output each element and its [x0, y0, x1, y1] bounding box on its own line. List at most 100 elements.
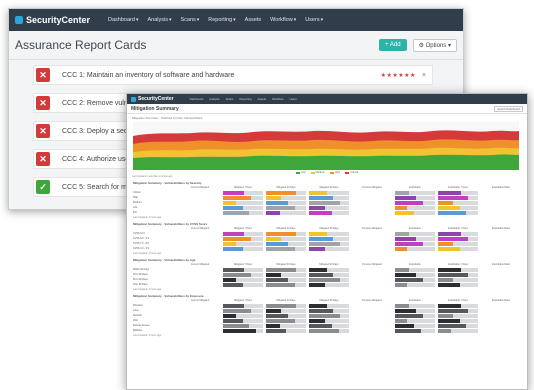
close-icon[interactable]: × [422, 72, 426, 79]
trend-bar[interactable] [266, 196, 306, 200]
trend-bar[interactable] [266, 319, 306, 323]
trend-bar[interactable] [438, 278, 478, 282]
trend-bar[interactable] [223, 196, 263, 200]
report-card[interactable]: ✕ CCC 1: Maintain an inventory of softwa… [33, 65, 433, 85]
trend-bar[interactable] [223, 309, 263, 313]
trend-bar[interactable] [223, 206, 263, 210]
trend-bar[interactable] [309, 242, 349, 246]
trend-bar[interactable] [438, 206, 478, 210]
trend-bar[interactable] [309, 211, 349, 215]
nav-item-dashboard[interactable]: Dashboard [190, 97, 204, 101]
legend-item[interactable]: Critical [345, 171, 358, 174]
trend-bar[interactable] [223, 242, 263, 246]
trend-bar[interactable] [395, 268, 435, 272]
trend-bar[interactable] [223, 247, 263, 251]
nav-item-users[interactable]: Users [289, 97, 296, 101]
trend-bar[interactable] [438, 232, 478, 236]
trend-bar[interactable] [266, 278, 306, 282]
nav-item-reporting[interactable]: Reporting [239, 97, 251, 101]
nav-item-assets[interactable]: Assets [258, 97, 266, 101]
trend-bar[interactable] [438, 237, 478, 241]
trend-bar[interactable] [309, 191, 349, 195]
nav-item-scans[interactable]: Scans ▾ [180, 17, 199, 23]
trend-bar[interactable] [309, 324, 349, 328]
legend-item[interactable]: Medium [310, 171, 325, 174]
trend-bar[interactable] [438, 283, 478, 287]
trend-bar[interactable] [266, 329, 306, 333]
trend-bar[interactable] [395, 211, 435, 215]
trend-bar[interactable] [395, 304, 435, 308]
trend-bar[interactable] [395, 278, 435, 282]
nav-item-dashboard[interactable]: Dashboard ▾ [108, 17, 138, 23]
trend-bar[interactable] [395, 329, 435, 333]
nav-item-analysis[interactable]: Analysis [209, 97, 219, 101]
trend-bar[interactable] [395, 324, 435, 328]
trend-bar[interactable] [266, 201, 306, 205]
options-button[interactable]: ⚙ Options ▾ [412, 38, 457, 52]
trend-bar[interactable] [266, 242, 306, 246]
legend-item[interactable]: High [329, 171, 340, 174]
trend-bar[interactable] [309, 196, 349, 200]
trend-bar[interactable] [223, 201, 263, 205]
trend-bar[interactable] [266, 314, 306, 318]
nav-item-workflow[interactable]: Workflow [272, 97, 283, 101]
trend-bar[interactable] [309, 232, 349, 236]
trend-bar[interactable] [266, 304, 306, 308]
trend-bar[interactable] [438, 273, 478, 277]
nav-item-users[interactable]: Users ▾ [305, 17, 323, 23]
nav-item-assets[interactable]: Assets [245, 17, 262, 23]
trend-bar[interactable] [266, 206, 306, 210]
trend-bar[interactable] [223, 211, 263, 215]
trend-bar[interactable] [395, 196, 435, 200]
trend-bar[interactable] [438, 242, 478, 246]
trend-bar[interactable] [395, 283, 435, 287]
trend-bar[interactable] [223, 283, 263, 287]
trend-bar[interactable] [395, 191, 435, 195]
trend-bar[interactable] [266, 324, 306, 328]
trend-bar[interactable] [438, 304, 478, 308]
trend-bar[interactable] [438, 191, 478, 195]
trend-bar[interactable] [266, 191, 306, 195]
trend-bar[interactable] [266, 232, 306, 236]
logo[interactable]: SecurityCenter [15, 15, 90, 25]
trend-bar[interactable] [438, 211, 478, 215]
nav-item-reporting[interactable]: Reporting ▾ [208, 17, 235, 23]
add-button[interactable]: + Add [379, 39, 407, 51]
trend-bar[interactable] [309, 237, 349, 241]
trend-bar[interactable] [395, 201, 435, 205]
trend-bar[interactable] [309, 329, 349, 333]
trend-bar[interactable] [438, 314, 478, 318]
nav-item-scans[interactable]: Scans [226, 97, 234, 101]
trend-bar[interactable] [266, 268, 306, 272]
trend-bar[interactable] [223, 232, 263, 236]
trend-bar[interactable] [309, 247, 349, 251]
trend-bar[interactable] [395, 273, 435, 277]
trend-bar[interactable] [223, 278, 263, 282]
trend-bar[interactable] [438, 268, 478, 272]
trend-bar[interactable] [395, 206, 435, 210]
trend-bar[interactable] [223, 329, 263, 333]
trend-bar[interactable] [438, 309, 478, 313]
trend-bar[interactable] [266, 273, 306, 277]
trend-bar[interactable] [395, 309, 435, 313]
trend-bar[interactable] [438, 329, 478, 333]
trend-bar[interactable] [395, 319, 435, 323]
trend-bar[interactable] [223, 304, 263, 308]
nav-item-analysis[interactable]: Analysis ▾ [147, 17, 171, 23]
trend-bar[interactable] [309, 278, 349, 282]
trend-bar[interactable] [309, 309, 349, 313]
trend-bar[interactable] [395, 237, 435, 241]
trend-bar[interactable] [309, 201, 349, 205]
trend-bar[interactable] [309, 283, 349, 287]
trend-bar[interactable] [309, 304, 349, 308]
logo-text[interactable]: SecurityCenter [138, 96, 174, 102]
trend-bar[interactable] [266, 211, 306, 215]
trend-bar[interactable] [438, 247, 478, 251]
trend-bar[interactable] [438, 319, 478, 323]
trend-bar[interactable] [395, 247, 435, 251]
switch-dashboard-button[interactable]: Switch Dashboard [494, 105, 523, 112]
trend-bar[interactable] [395, 232, 435, 236]
trend-bar[interactable] [309, 268, 349, 272]
trend-bar[interactable] [309, 319, 349, 323]
trend-bar[interactable] [223, 237, 263, 241]
